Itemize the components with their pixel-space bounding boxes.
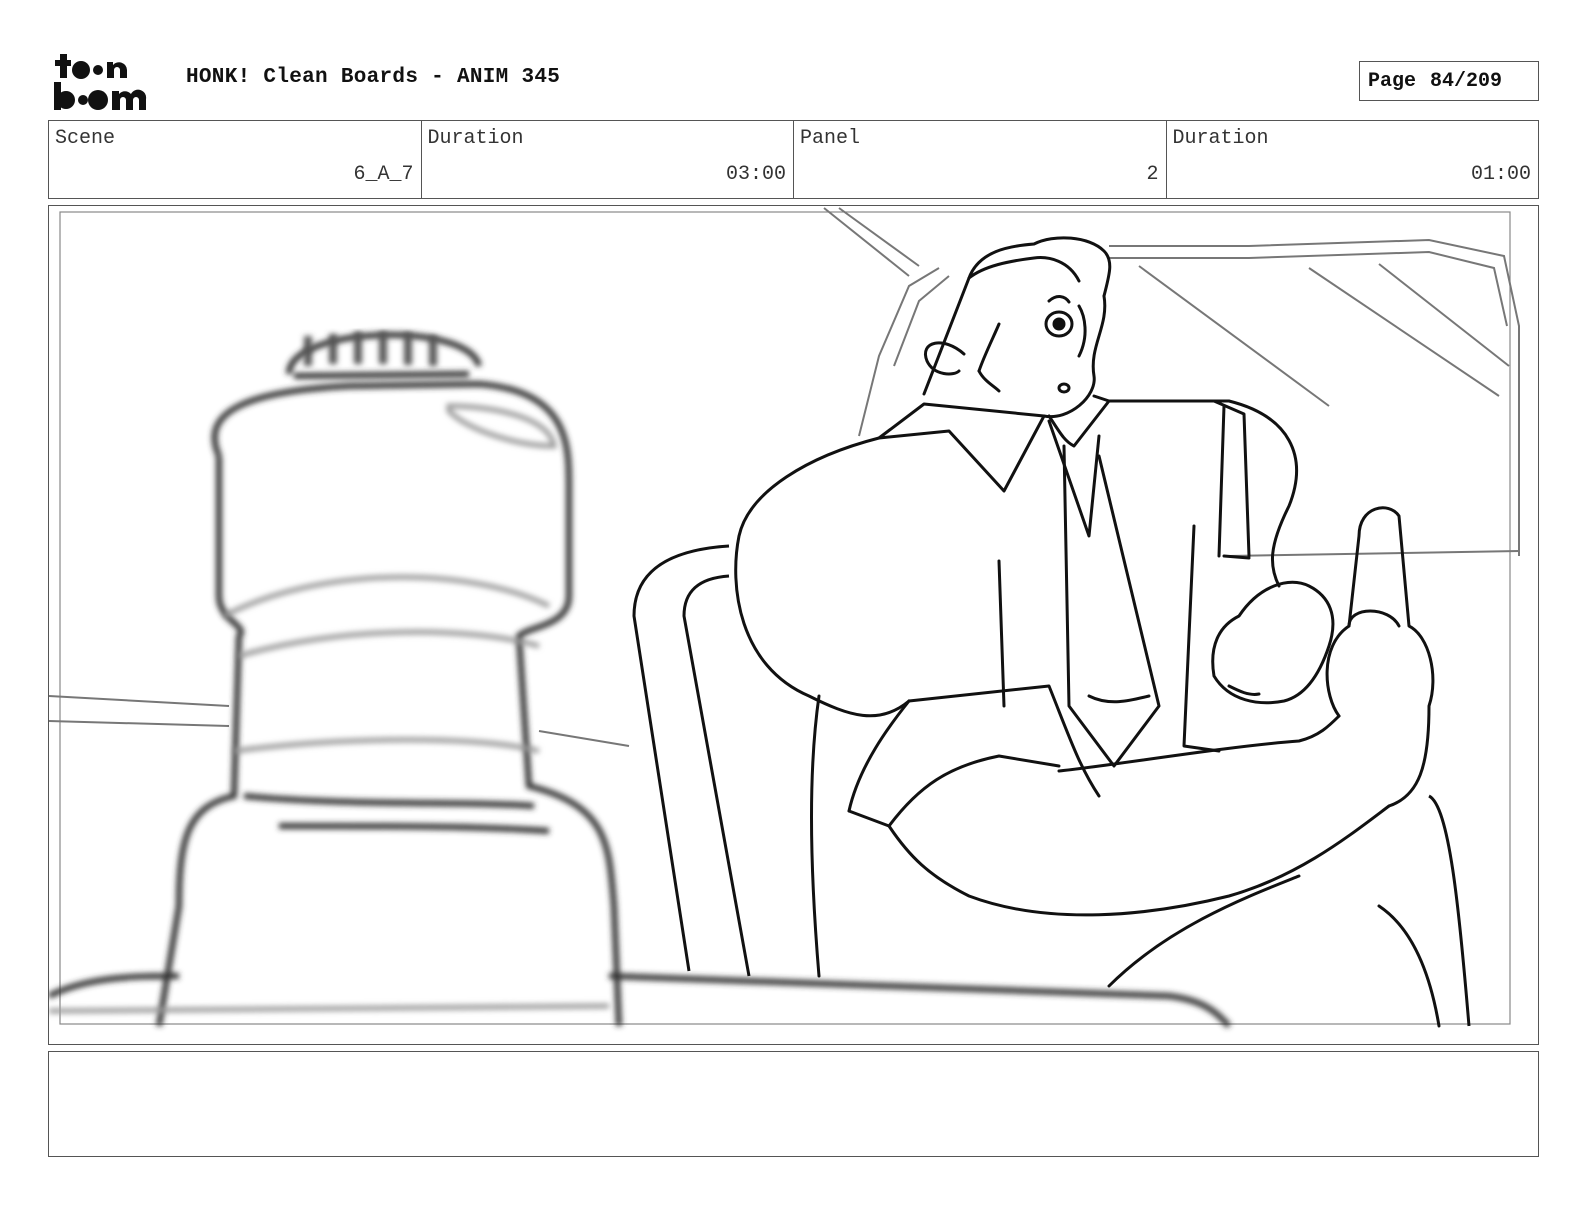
storyboard-panel [48,205,1539,1045]
scene-duration-label: Duration [427,127,524,150]
panel-duration-label: Duration [1172,127,1269,150]
document-title: HONK! Clean Boards - ANIM 345 [186,66,561,89]
panel-cell: Panel 2 [793,121,1166,198]
scene-info-row: Scene 6_A_7 Duration 03:00 Panel 2 Durat… [48,120,1539,199]
page-indicator: Page 84/209 [1359,61,1539,101]
scene-value: 6_A_7 [353,163,414,186]
scene-label: Scene [55,127,116,150]
storyboard-sketch [49,207,1520,1029]
scene-duration-cell: Duration 03:00 [420,121,794,198]
panel-duration-value: 01:00 [1470,163,1531,186]
scene-duration-value: 03:00 [725,163,786,186]
page-label: Page [1368,69,1417,93]
scene-cell: Scene 6_A_7 [49,121,421,198]
panel-notes-box [48,1051,1539,1157]
page-number: 84/209 [1430,69,1503,93]
panel-duration-cell: Duration 01:00 [1165,121,1539,198]
panel-value: 2 [1146,163,1159,186]
toon-boom-logo [50,50,166,112]
panel-label: Panel [800,127,861,150]
